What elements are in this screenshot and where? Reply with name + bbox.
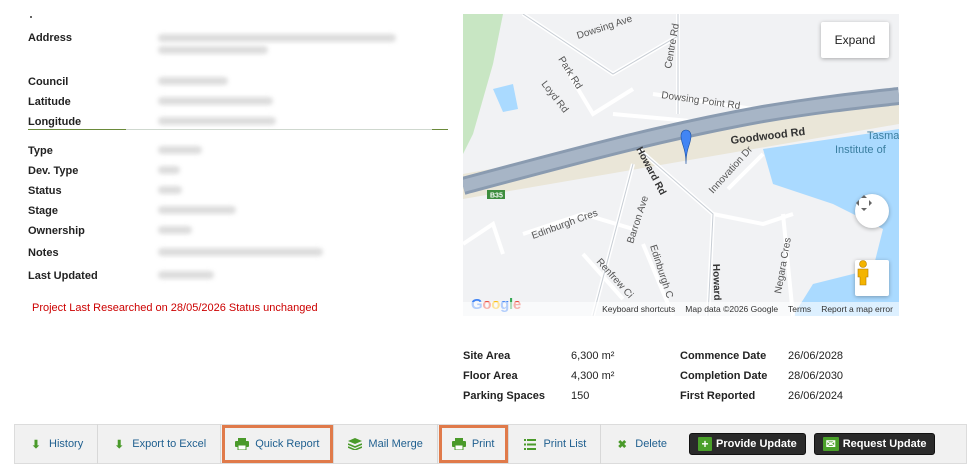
longitude-label: Longitude (28, 116, 82, 128)
delete-label: Delete (635, 438, 668, 450)
street-howard: Howard (710, 264, 722, 301)
plus-icon: + (698, 437, 713, 451)
location-map[interactable]: B35 Dowsing Ave Park Rd Centre Rd Loyd R… (463, 14, 899, 316)
print-button[interactable]: Print (438, 424, 510, 464)
pegman-icon (857, 260, 869, 286)
close-icon: ✖ (617, 438, 627, 451)
latitude-value (158, 96, 448, 108)
project-details: Address Council Latitude Longitude Type … (28, 32, 448, 290)
type-label: Type (28, 145, 53, 157)
request-update-label: Request Update (842, 438, 927, 450)
ownership-value (158, 225, 448, 237)
first-reported-label: First Reported (680, 390, 756, 402)
export-excel-label: Export to Excel (132, 438, 207, 450)
site-area-label: Site Area (463, 350, 511, 362)
last-updated-label: Last Updated (28, 270, 98, 282)
project-stats: Site Area 6,300 m² Commence Date 26/06/2… (463, 346, 903, 406)
address-value (158, 32, 448, 57)
ownership-label: Ownership (28, 225, 85, 237)
council-label: Council (28, 76, 69, 88)
commence-date-value: 26/06/2028 (788, 350, 844, 362)
site-area-value: 6,300 m² (571, 350, 615, 362)
completion-date-label: Completion Date (680, 370, 768, 382)
type-value (158, 145, 448, 157)
move-arrows-icon (856, 195, 872, 211)
dev-type-label: Dev. Type (28, 165, 79, 177)
longitude-value (158, 116, 448, 128)
b35-label: B35 (490, 193, 503, 200)
parking-spaces-value: 150 (571, 390, 590, 402)
envelope-icon: ✉ (822, 437, 839, 451)
map-data-attribution: Map data ©2026 Google (685, 304, 779, 314)
history-button[interactable]: ⬇ History (15, 424, 99, 464)
request-update-button[interactable]: ✉ Request Update (813, 433, 936, 455)
quick-report-button[interactable]: Quick Report (221, 424, 335, 464)
stage-value (158, 205, 448, 217)
print-list-button[interactable]: Print List (509, 424, 602, 464)
layers-icon (348, 437, 363, 451)
parking-spaces-label: Parking Spaces (463, 390, 545, 402)
keyboard-shortcuts-link[interactable]: Keyboard shortcuts (602, 304, 675, 314)
history-label: History (49, 438, 84, 450)
map-expand-button[interactable]: Expand (821, 22, 889, 58)
provide-update-button[interactable]: + Provide Update (689, 433, 806, 455)
provide-update-label: Provide Update (716, 438, 797, 450)
download-arrow-icon: ⬇ (114, 438, 124, 451)
status-label: Status (28, 185, 62, 197)
delete-button[interactable]: ✖ Delete (601, 424, 681, 464)
completion-date-value: 28/06/2030 (788, 370, 844, 382)
last-updated-value (158, 270, 448, 282)
terms-link[interactable]: Terms (788, 304, 811, 314)
download-arrow-icon: ⬇ (31, 438, 41, 451)
dev-type-value (158, 165, 448, 177)
report-map-error-link[interactable]: Report a map error (821, 304, 893, 314)
first-reported-value: 26/06/2024 (788, 390, 844, 402)
mail-merge-label: Mail Merge (368, 438, 423, 450)
printer-icon (451, 437, 466, 451)
stage-label: Stage (28, 205, 58, 217)
mail-merge-button[interactable]: Mail Merge (334, 424, 438, 464)
latitude-label: Latitude (28, 96, 71, 108)
last-researched-note: Project Last Researched on 28/05/2026 St… (32, 302, 318, 314)
council-value (158, 76, 448, 88)
address-label: Address (28, 32, 73, 44)
notes-value (158, 247, 448, 259)
commence-date-label: Commence Date (680, 350, 767, 362)
page-dot (30, 16, 32, 18)
map-canvas[interactable]: B35 Dowsing Ave Park Rd Centre Rd Loyd R… (463, 14, 899, 316)
notes-label: Notes (28, 247, 59, 259)
action-toolbar: ⬇ History ⬇ Export to Excel Quick Report… (14, 424, 967, 464)
map-camera-control[interactable] (855, 194, 889, 228)
printer-icon (235, 437, 250, 451)
floor-area-value: 4,300 m² (571, 370, 615, 382)
street-view-pegman[interactable] (855, 260, 889, 296)
print-label: Print (471, 438, 495, 450)
print-list-label: Print List (543, 438, 587, 450)
quick-report-label: Quick Report (255, 438, 320, 450)
status-value (158, 185, 448, 197)
list-icon (523, 437, 537, 451)
export-excel-button[interactable]: ⬇ Export to Excel (98, 424, 222, 464)
section-divider (28, 129, 448, 130)
label-institute: Institute of (835, 144, 887, 156)
floor-area-label: Floor Area (463, 370, 518, 382)
map-footer: Keyboard shortcuts Map data ©2026 Google… (463, 302, 899, 316)
label-tasma: Tasma (867, 130, 899, 142)
